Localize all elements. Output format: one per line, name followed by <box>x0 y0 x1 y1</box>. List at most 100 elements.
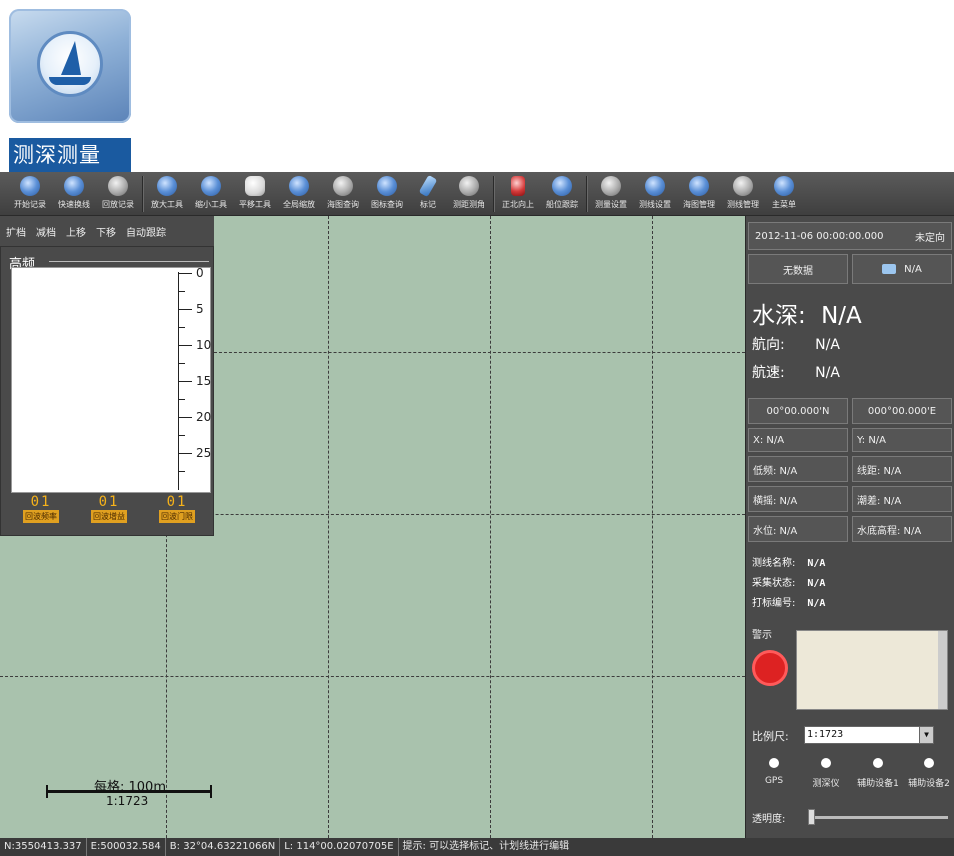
document-icon <box>733 176 753 196</box>
warning-scrollbar[interactable] <box>938 631 947 709</box>
pen-icon <box>418 174 438 198</box>
warning-textbox[interactable] <box>796 630 948 710</box>
heading-display: 航向: N/A <box>752 337 840 353</box>
north-up-button[interactable]: 正北向上 <box>496 172 540 216</box>
pan-button[interactable]: 平移工具 <box>233 172 277 216</box>
depth-tick-label: 10 <box>196 338 212 352</box>
mark-number-row: 打标编号: N/A <box>752 598 826 609</box>
ruler-icon <box>459 176 479 196</box>
line-name-row: 测线名称: N/A <box>752 558 826 569</box>
scale-label: 比例尺: <box>752 730 789 743</box>
main-menu-button[interactable]: 主菜单 <box>765 172 803 216</box>
depth-minor-tick <box>178 291 185 292</box>
alarm-icon <box>752 650 788 686</box>
transparency-row: 透明度: <box>746 804 954 834</box>
icon-query-button[interactable]: 图标查询 <box>365 172 409 216</box>
depth-tick-label: 0 <box>196 266 204 280</box>
info-panel: 2012-11-06 00:00:00.000 未定向 无数据 N/A 水深: … <box>745 216 954 838</box>
depth-tick-label: 20 <box>196 410 212 424</box>
depth-minor-tick <box>178 363 185 364</box>
depth-tick-label: 15 <box>196 374 212 388</box>
grid-line <box>0 676 745 677</box>
zoom-in-button[interactable]: 放大工具 <box>145 172 189 216</box>
echo-controls: 扩档 减档 上移 下移 自动跟踪 <box>0 216 214 246</box>
chevron-down-icon[interactable]: ▼ <box>919 727 933 743</box>
satellite-status: N/A <box>852 254 952 284</box>
query-pointer-icon <box>333 176 353 196</box>
boat-hull-icon <box>49 77 91 85</box>
north-arrow-icon <box>511 176 525 196</box>
app-icon[interactable] <box>9 9 131 123</box>
reduce-range-button[interactable]: 减档 <box>36 224 56 239</box>
transparency-slider-track[interactable] <box>810 816 948 819</box>
zoom-in-icon <box>157 176 177 196</box>
warning-label: 警示 <box>752 630 772 641</box>
tide-value: 潮差: N/A <box>852 486 952 512</box>
move-up-button[interactable]: 上移 <box>66 224 86 239</box>
bottom-elevation-value: 水底高程: N/A <box>852 516 952 542</box>
auto-track-button[interactable]: 自动跟踪 <box>126 224 166 239</box>
depth-tick <box>178 453 192 454</box>
chart-manage-button[interactable]: 海图管理 <box>677 172 721 216</box>
northing-value: N:3550413.337 <box>0 838 87 856</box>
depth-minor-tick <box>178 399 185 400</box>
echogram-chart: 0 5 10 15 20 25 <box>11 266 212 493</box>
scale-bar-line <box>46 785 212 798</box>
switch-icon <box>64 176 84 196</box>
survey-settings-button[interactable]: 测量设置 <box>589 172 633 216</box>
sailboat-icon <box>61 41 81 75</box>
freq-counter[interactable]: 01 回波频率 <box>23 495 59 523</box>
latitude-value: B: 32°04.63221066N <box>166 838 281 856</box>
threshold-counter[interactable]: 01 回波门限 <box>159 495 195 523</box>
longitude: 000°00.000'E <box>852 398 952 424</box>
ship-track-button[interactable]: 船位跟踪 <box>540 172 584 216</box>
zoom-out-button[interactable]: 缩小工具 <box>189 172 233 216</box>
back-icon <box>774 176 794 196</box>
replay-record-button[interactable]: 回放记录 <box>96 172 140 216</box>
echo-counters: 01 回波频率 01 回波增益 01 回波门限 <box>7 495 211 523</box>
chart-query-button[interactable]: 海图查询 <box>321 172 365 216</box>
low-freq-value: 低频: N/A <box>748 456 848 482</box>
depth-tick-label: 25 <box>196 446 212 460</box>
transparency-slider-thumb[interactable] <box>808 809 815 825</box>
hand-icon <box>245 176 265 196</box>
line-settings-button[interactable]: 测线设置 <box>633 172 677 216</box>
full-extent-button[interactable]: 全局缩放 <box>277 172 321 216</box>
depth-display: 水深: N/A <box>752 303 862 329</box>
toolbar-separator <box>142 176 143 212</box>
icon-query-icon <box>377 176 397 196</box>
transparency-label: 透明度: <box>752 814 786 825</box>
move-down-button[interactable]: 下移 <box>96 224 116 239</box>
expand-range-button[interactable]: 扩档 <box>6 224 26 239</box>
gain-counter[interactable]: 01 回波增益 <box>91 495 127 523</box>
aux-device-1-indicator: 辅助设备1 <box>852 758 904 789</box>
depth-minor-tick <box>178 471 185 472</box>
water-level-value: 水位: N/A <box>748 516 848 542</box>
longitude-value: L: 114°00.02070705E <box>280 838 399 856</box>
status-bar: N:3550413.337 E:500032.584 B: 32°04.6322… <box>0 838 954 856</box>
line-manage-button[interactable]: 测线管理 <box>721 172 765 216</box>
play-icon <box>20 176 40 196</box>
mark-button[interactable]: 标记 <box>409 172 447 216</box>
collect-status-row: 采集状态: N/A <box>752 578 826 589</box>
warning-area: 警示 <box>746 622 954 714</box>
scale-select[interactable]: 1:1723 ▼ <box>804 726 934 744</box>
satellite-icon <box>882 264 897 274</box>
map-scale-bar: 每格: 100m 1:1723 <box>46 768 214 818</box>
grid-line <box>652 216 653 838</box>
grid-line <box>490 216 491 838</box>
gps-indicator: GPS <box>748 758 800 786</box>
toolbar: 开始记录 快速换线 回放记录 放大工具 缩小工具 平移工具 全局缩放 海图查询 … <box>0 172 954 216</box>
app-label[interactable]: 测深测量 <box>9 138 131 172</box>
depth-tick <box>178 345 192 346</box>
measure-button[interactable]: 测距测角 <box>447 172 491 216</box>
quick-switch-line-button[interactable]: 快速换线 <box>52 172 96 216</box>
zoom-out-icon <box>201 176 221 196</box>
depth-tick <box>178 309 192 310</box>
sounder-indicator: 测深仪 <box>800 758 852 789</box>
toolbar-separator <box>493 176 494 212</box>
start-record-button[interactable]: 开始记录 <box>8 172 52 216</box>
line-distance-value: 线距: N/A <box>852 456 952 482</box>
status-dot <box>821 758 831 768</box>
status-dot <box>873 758 883 768</box>
